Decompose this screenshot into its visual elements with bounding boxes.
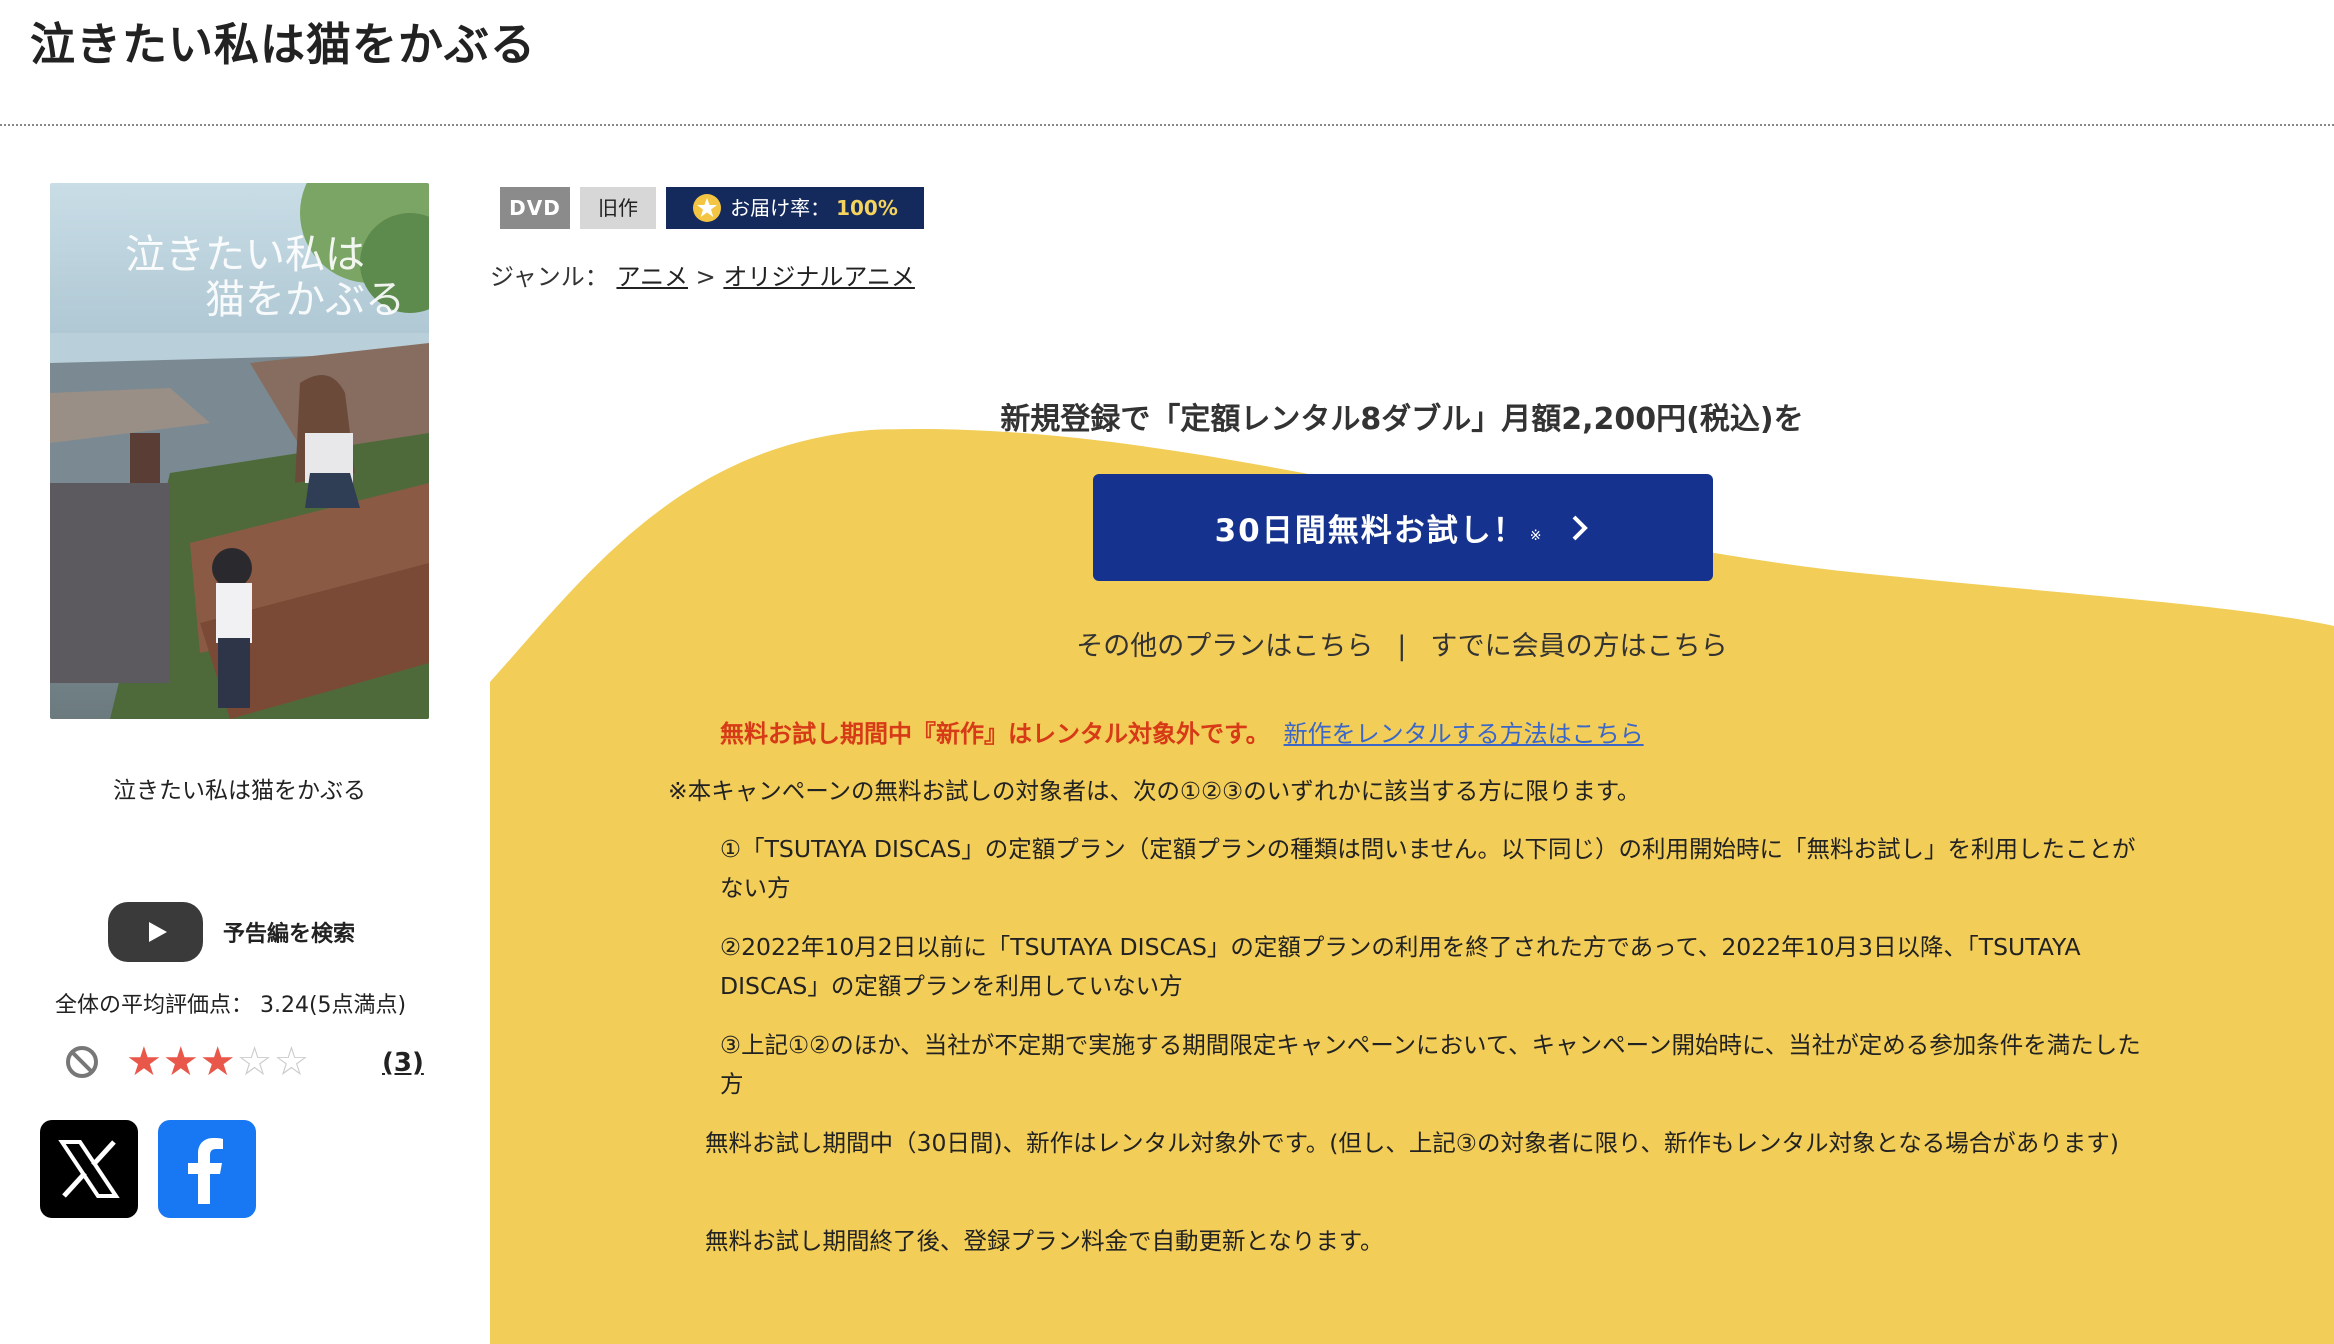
delivery-rate-value: 100% [836, 196, 898, 220]
free-trial-label: 30日間無料お試し！ [1214, 513, 1526, 549]
svg-text:猫をかぶる: 猫をかぶる [205, 277, 405, 323]
title-divider [0, 124, 2334, 126]
release-badge: 旧作 [580, 187, 656, 229]
terms-item-3: ③上記①②のほか、当社が不定期で実施する期間限定キャンペーンにおいて、キャンペー… [720, 1031, 2141, 1098]
terms-item-2: ②2022年10月2日以前に「TSUTAYA DISCAS」の定額プランの利用を… [720, 933, 2081, 1000]
free-trial-note-mark: ※ [1529, 527, 1542, 544]
average-rating: 全体の平均評価点： 3.24(5点満点) [55, 993, 407, 1018]
terms-note-auto-renew: 無料お試し期間終了後、登録プラン料金で自動更新となります。 [705, 1227, 1384, 1255]
terms-note-new-release: 無料お試し期間中（30日間)、新作はレンタル対象外です。(但し、上記③の対象者に… [705, 1129, 2119, 1157]
star-medal-icon [693, 194, 722, 222]
delivery-rate-label: お届け率： [730, 196, 831, 220]
promo-headline: 新規登録で「定額レンタル8ダブル」月額2,200円(税込)を [1000, 402, 1804, 437]
free-trial-button[interactable]: 30日間無料お試し！ ※ [1093, 474, 1713, 581]
star-empty-icon: ☆ [273, 1039, 311, 1085]
other-plans-link[interactable]: その他のプランはこちら [1076, 631, 1373, 662]
new-release-how-to-link[interactable]: 新作をレンタルする方法はこちら [1284, 720, 1644, 748]
youtube-play-icon [108, 902, 203, 962]
star-icon: ★ [126, 1039, 163, 1085]
page-title: 泣きたい私は猫をかぶる [30, 18, 537, 71]
format-badge: DVD [500, 187, 570, 229]
star-rating: ★★★☆☆ [126, 1042, 310, 1082]
facebook-share-button[interactable] [158, 1120, 256, 1218]
genre-separator: > [695, 263, 716, 291]
new-release-notice-text: 無料お試し期間中『新作』はレンタル対象外です。 [720, 720, 1270, 748]
prohibited-icon[interactable] [64, 1044, 100, 1080]
new-release-notice: 無料お試し期間中『新作』はレンタル対象外です。 新作をレンタルする方法はこちら [720, 714, 1644, 749]
star-empty-icon: ☆ [236, 1039, 274, 1085]
genre-link-original-anime[interactable]: オリジナルアニメ [723, 263, 915, 291]
delivery-rate-badge: お届け率： 100% [666, 187, 924, 229]
star-icon: ★ [199, 1039, 237, 1085]
terms-item-1: ①「TSUTAYA DISCAS」の定額プラン（定額プランの種類は問いません。以… [720, 835, 2136, 902]
poster-image[interactable]: 泣きたい私は 猫をかぶる [50, 183, 429, 719]
x-share-button[interactable] [40, 1120, 138, 1218]
plan-links: その他のプランはこちら | すでに会員の方はこちら [490, 624, 2314, 663]
item-title: 泣きたい私は猫をかぶる [113, 778, 366, 804]
rating-row: ★★★☆☆ (3) [64, 1042, 444, 1086]
review-count-link[interactable]: (3) [382, 1048, 424, 1078]
genre-label: ジャンル： [490, 263, 609, 291]
chevron-right-icon [1573, 515, 1589, 540]
genre-link-anime[interactable]: アニメ [616, 263, 688, 291]
svg-text:泣きたい私は: 泣きたい私は [125, 232, 365, 278]
member-login-link[interactable]: すでに会員の方はこちら [1430, 631, 1727, 662]
trailer-label: 予告編を検索 [223, 922, 356, 947]
star-icon: ★ [162, 1039, 200, 1085]
genre-breadcrumb: ジャンル： アニメ > オリジナルアニメ [490, 257, 915, 292]
facebook-logo-icon [188, 1138, 223, 1204]
x-logo-icon [58, 1140, 120, 1198]
plan-link-divider: | [1397, 631, 1407, 662]
terms-intro: ※本キャンペーンの無料お試しの対象者は、次の①②③のいずれかに該当する方に限りま… [668, 777, 1641, 805]
trailer-search-button[interactable]: 予告編を検索 [108, 900, 388, 964]
